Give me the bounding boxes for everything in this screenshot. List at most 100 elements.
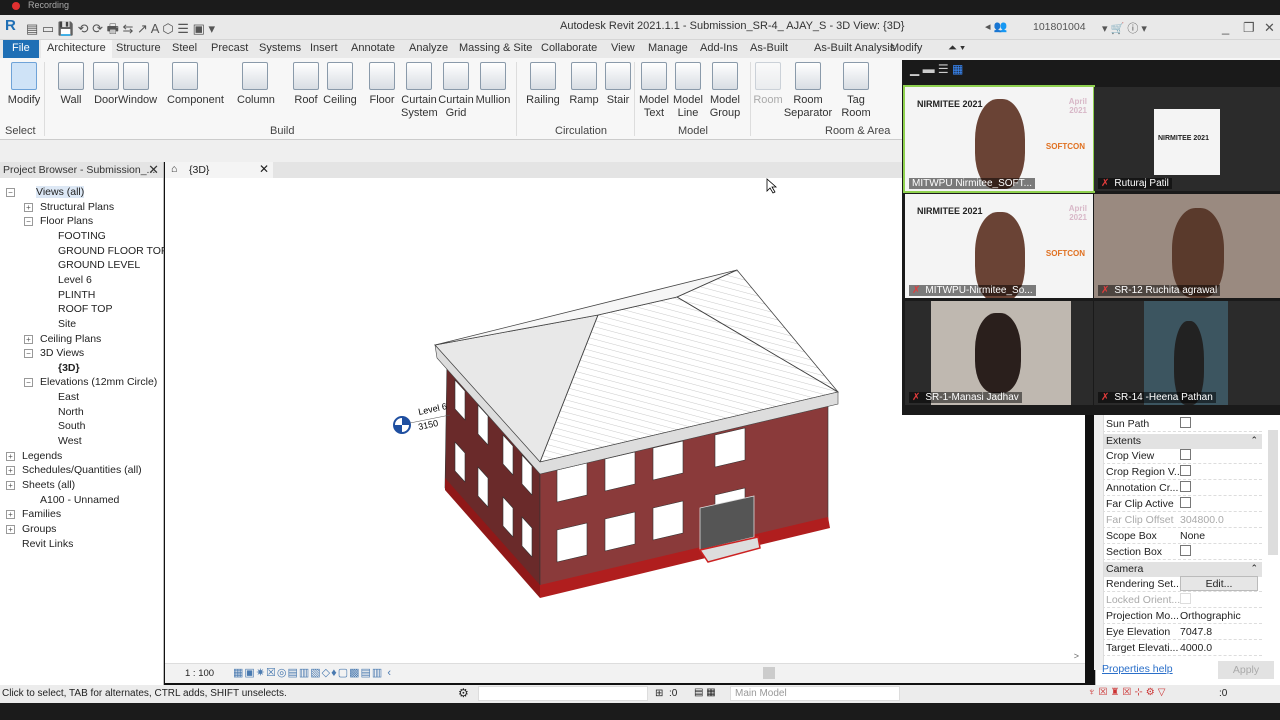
edit-button[interactable]: Edit... — [1180, 576, 1258, 591]
panel-label-room-area[interactable]: Room & Area — [825, 125, 890, 137]
tool-floor[interactable]: Floor — [364, 62, 400, 107]
participant-tile[interactable]: ✗ SR-14 -Heena Pathan — [1094, 301, 1280, 405]
collapse-icon[interactable]: ⌃ — [1250, 563, 1258, 574]
quick-access-icons[interactable]: ▤ ▭ 💾 ⟲ ⟳ 🖶 ⇆ ↗ A ⬡ ☰ ▣ ▾ — [26, 20, 215, 42]
browser-item[interactable]: Families — [22, 508, 61, 520]
browser-item[interactable]: Elevations (12mm Circle) — [40, 376, 157, 388]
browser-item[interactable]: Ceiling Plans — [40, 333, 101, 345]
tab-massing-site[interactable]: Massing & Site — [459, 42, 532, 54]
apply-button[interactable]: Apply — [1218, 661, 1274, 679]
property-value[interactable] — [1180, 481, 1191, 495]
tool-modify[interactable]: Modify — [5, 62, 43, 107]
browser-item[interactable]: GROUND FLOOR TOP — [58, 245, 168, 257]
property-value[interactable] — [1180, 449, 1191, 463]
horizontal-scrollbar[interactable] — [763, 667, 775, 679]
editable-only-icon[interactable]: ⊞ — [655, 688, 663, 699]
scroll-right-icon[interactable]: > — [1074, 651, 1079, 661]
tab-architecture[interactable]: Architecture — [41, 40, 112, 58]
browser-item[interactable]: ROOF TOP — [58, 303, 112, 315]
browser-item[interactable]: PLINTH — [58, 289, 95, 301]
close-button[interactable]: ✕ — [1264, 20, 1275, 36]
expand-toggle[interactable]: − — [24, 349, 33, 359]
browser-item[interactable]: South — [58, 420, 85, 432]
properties-help-link[interactable]: Properties help — [1102, 663, 1173, 675]
property-group[interactable]: Camera ⌃ — [1102, 562, 1262, 577]
tab-as-built-analysis[interactable]: As-Built Analysis — [814, 42, 895, 54]
expand-toggle[interactable]: + — [6, 451, 15, 461]
property-value[interactable] — [1180, 417, 1191, 431]
expand-toggle[interactable]: + — [6, 481, 15, 490]
tool-window[interactable]: Window — [118, 62, 157, 107]
browser-item[interactable]: A100 - Unnamed — [40, 494, 119, 506]
selection-filter-icons[interactable]: ♆☒♜☒⊹⚙▽ — [1088, 687, 1168, 698]
restore-button[interactable]: ❐ — [1243, 20, 1255, 36]
tool-ramp[interactable]: Ramp — [566, 62, 602, 107]
expand-toggle[interactable]: + — [6, 466, 15, 476]
tab-modify[interactable]: Modify — [890, 42, 922, 54]
expand-toggle[interactable]: + — [6, 524, 15, 534]
tool-railing[interactable]: Railing — [525, 62, 561, 107]
checkbox[interactable] — [1180, 497, 1191, 508]
tool-curtain-system[interactable]: Curtain System — [401, 62, 438, 120]
browser-item[interactable]: Revit Links — [22, 538, 73, 550]
search-binoculars-icon[interactable]: ◂ 👥 — [985, 20, 1007, 33]
minimize-button[interactable]: _ — [1222, 20, 1229, 35]
cart-help-icons[interactable]: ▾ 🛒 ⓘ ▾ — [1102, 20, 1147, 36]
tool-room[interactable]: Room — [750, 62, 786, 107]
property-value[interactable] — [1180, 465, 1191, 479]
checkbox[interactable] — [1180, 545, 1191, 556]
tab-file[interactable]: File — [3, 40, 39, 58]
tab-structure[interactable]: Structure — [116, 42, 161, 54]
property-value[interactable]: 4000.0 — [1180, 642, 1212, 654]
tool-room-separator[interactable]: Room Separator — [783, 62, 833, 120]
browser-item[interactable]: Structural Plans — [40, 201, 114, 213]
property-value[interactable]: Orthographic — [1180, 610, 1241, 622]
browser-item[interactable]: 3D Views — [40, 347, 84, 359]
expand-toggle[interactable]: − — [24, 378, 33, 388]
tool-model-line[interactable]: Model Line — [670, 62, 706, 120]
tool-wall[interactable]: Wall — [53, 62, 89, 107]
tool-model-text[interactable]: Model Text — [636, 62, 672, 120]
tab-view[interactable]: View — [611, 42, 635, 54]
property-value[interactable] — [1180, 545, 1191, 559]
tab-precast[interactable]: Precast — [211, 42, 248, 54]
browser-item[interactable]: Schedules/Quantities (all) — [22, 464, 142, 476]
property-value[interactable]: 7047.8 — [1180, 626, 1212, 638]
browser-item[interactable]: North — [58, 406, 84, 418]
close-tab-icon[interactable]: ✕ — [259, 162, 269, 176]
tool-model-group[interactable]: Model Group — [707, 62, 743, 120]
revit-logo-icon[interactable]: R — [5, 17, 16, 34]
tab-steel[interactable]: Steel — [172, 42, 197, 54]
browser-item[interactable]: Groups — [22, 523, 56, 535]
browser-item[interactable]: West — [58, 435, 82, 447]
workset-dropdown[interactable] — [478, 686, 648, 701]
checkbox[interactable] — [1180, 449, 1191, 460]
browser-item[interactable]: {3D} — [58, 362, 80, 374]
participant-tile[interactable]: ✗ SR-1-Manasi Jadhav — [905, 301, 1093, 405]
checkbox[interactable] — [1180, 593, 1191, 604]
view-tab-3d[interactable]: ⌂ {3D} ✕ — [165, 162, 273, 178]
video-view-controls[interactable]: ▁ ▬ ☰ ▦ — [910, 62, 963, 76]
tool-column[interactable]: Column — [237, 62, 275, 107]
design-option-dropdown[interactable]: Main Model — [730, 686, 900, 701]
tab-annotate[interactable]: Annotate — [351, 42, 395, 54]
tool-tag-room[interactable]: Tag Room — [838, 62, 874, 120]
checkbox[interactable] — [1180, 465, 1191, 476]
user-account[interactable]: 101801004 — [1033, 21, 1086, 33]
view-control-icons[interactable]: ▦▣✷☒◎▤▥▧◇♦▢▩▤▥ ‹ — [233, 666, 392, 679]
ribbon-toggle-icon[interactable]: ⏶ ▾ — [948, 42, 965, 55]
checkbox[interactable] — [1180, 417, 1191, 428]
browser-item[interactable]: GROUND LEVEL — [58, 259, 140, 271]
participant-tile[interactable]: ✗ SR-12 Ruchita agrawal — [1094, 194, 1280, 298]
collapse-icon[interactable]: ⌃ — [1250, 435, 1258, 446]
expand-toggle[interactable]: + — [6, 510, 15, 520]
tab-manage[interactable]: Manage — [648, 42, 688, 54]
tool-ceiling[interactable]: Ceiling — [322, 62, 358, 107]
close-icon[interactable]: ✕ — [148, 162, 159, 178]
expand-toggle[interactable]: + — [24, 334, 33, 344]
tab-add-ins[interactable]: Add-Ins — [700, 42, 738, 54]
participant-tile[interactable]: NIRMITEE 2021 ✗ Ruturaj Patil — [1094, 87, 1280, 191]
tab-analyze[interactable]: Analyze — [409, 42, 448, 54]
expand-toggle[interactable]: − — [6, 188, 15, 197]
participant-tile[interactable]: NIRMITEE 2021 April 2021 SOFTCON MITWPU Nir… — [903, 85, 1095, 193]
